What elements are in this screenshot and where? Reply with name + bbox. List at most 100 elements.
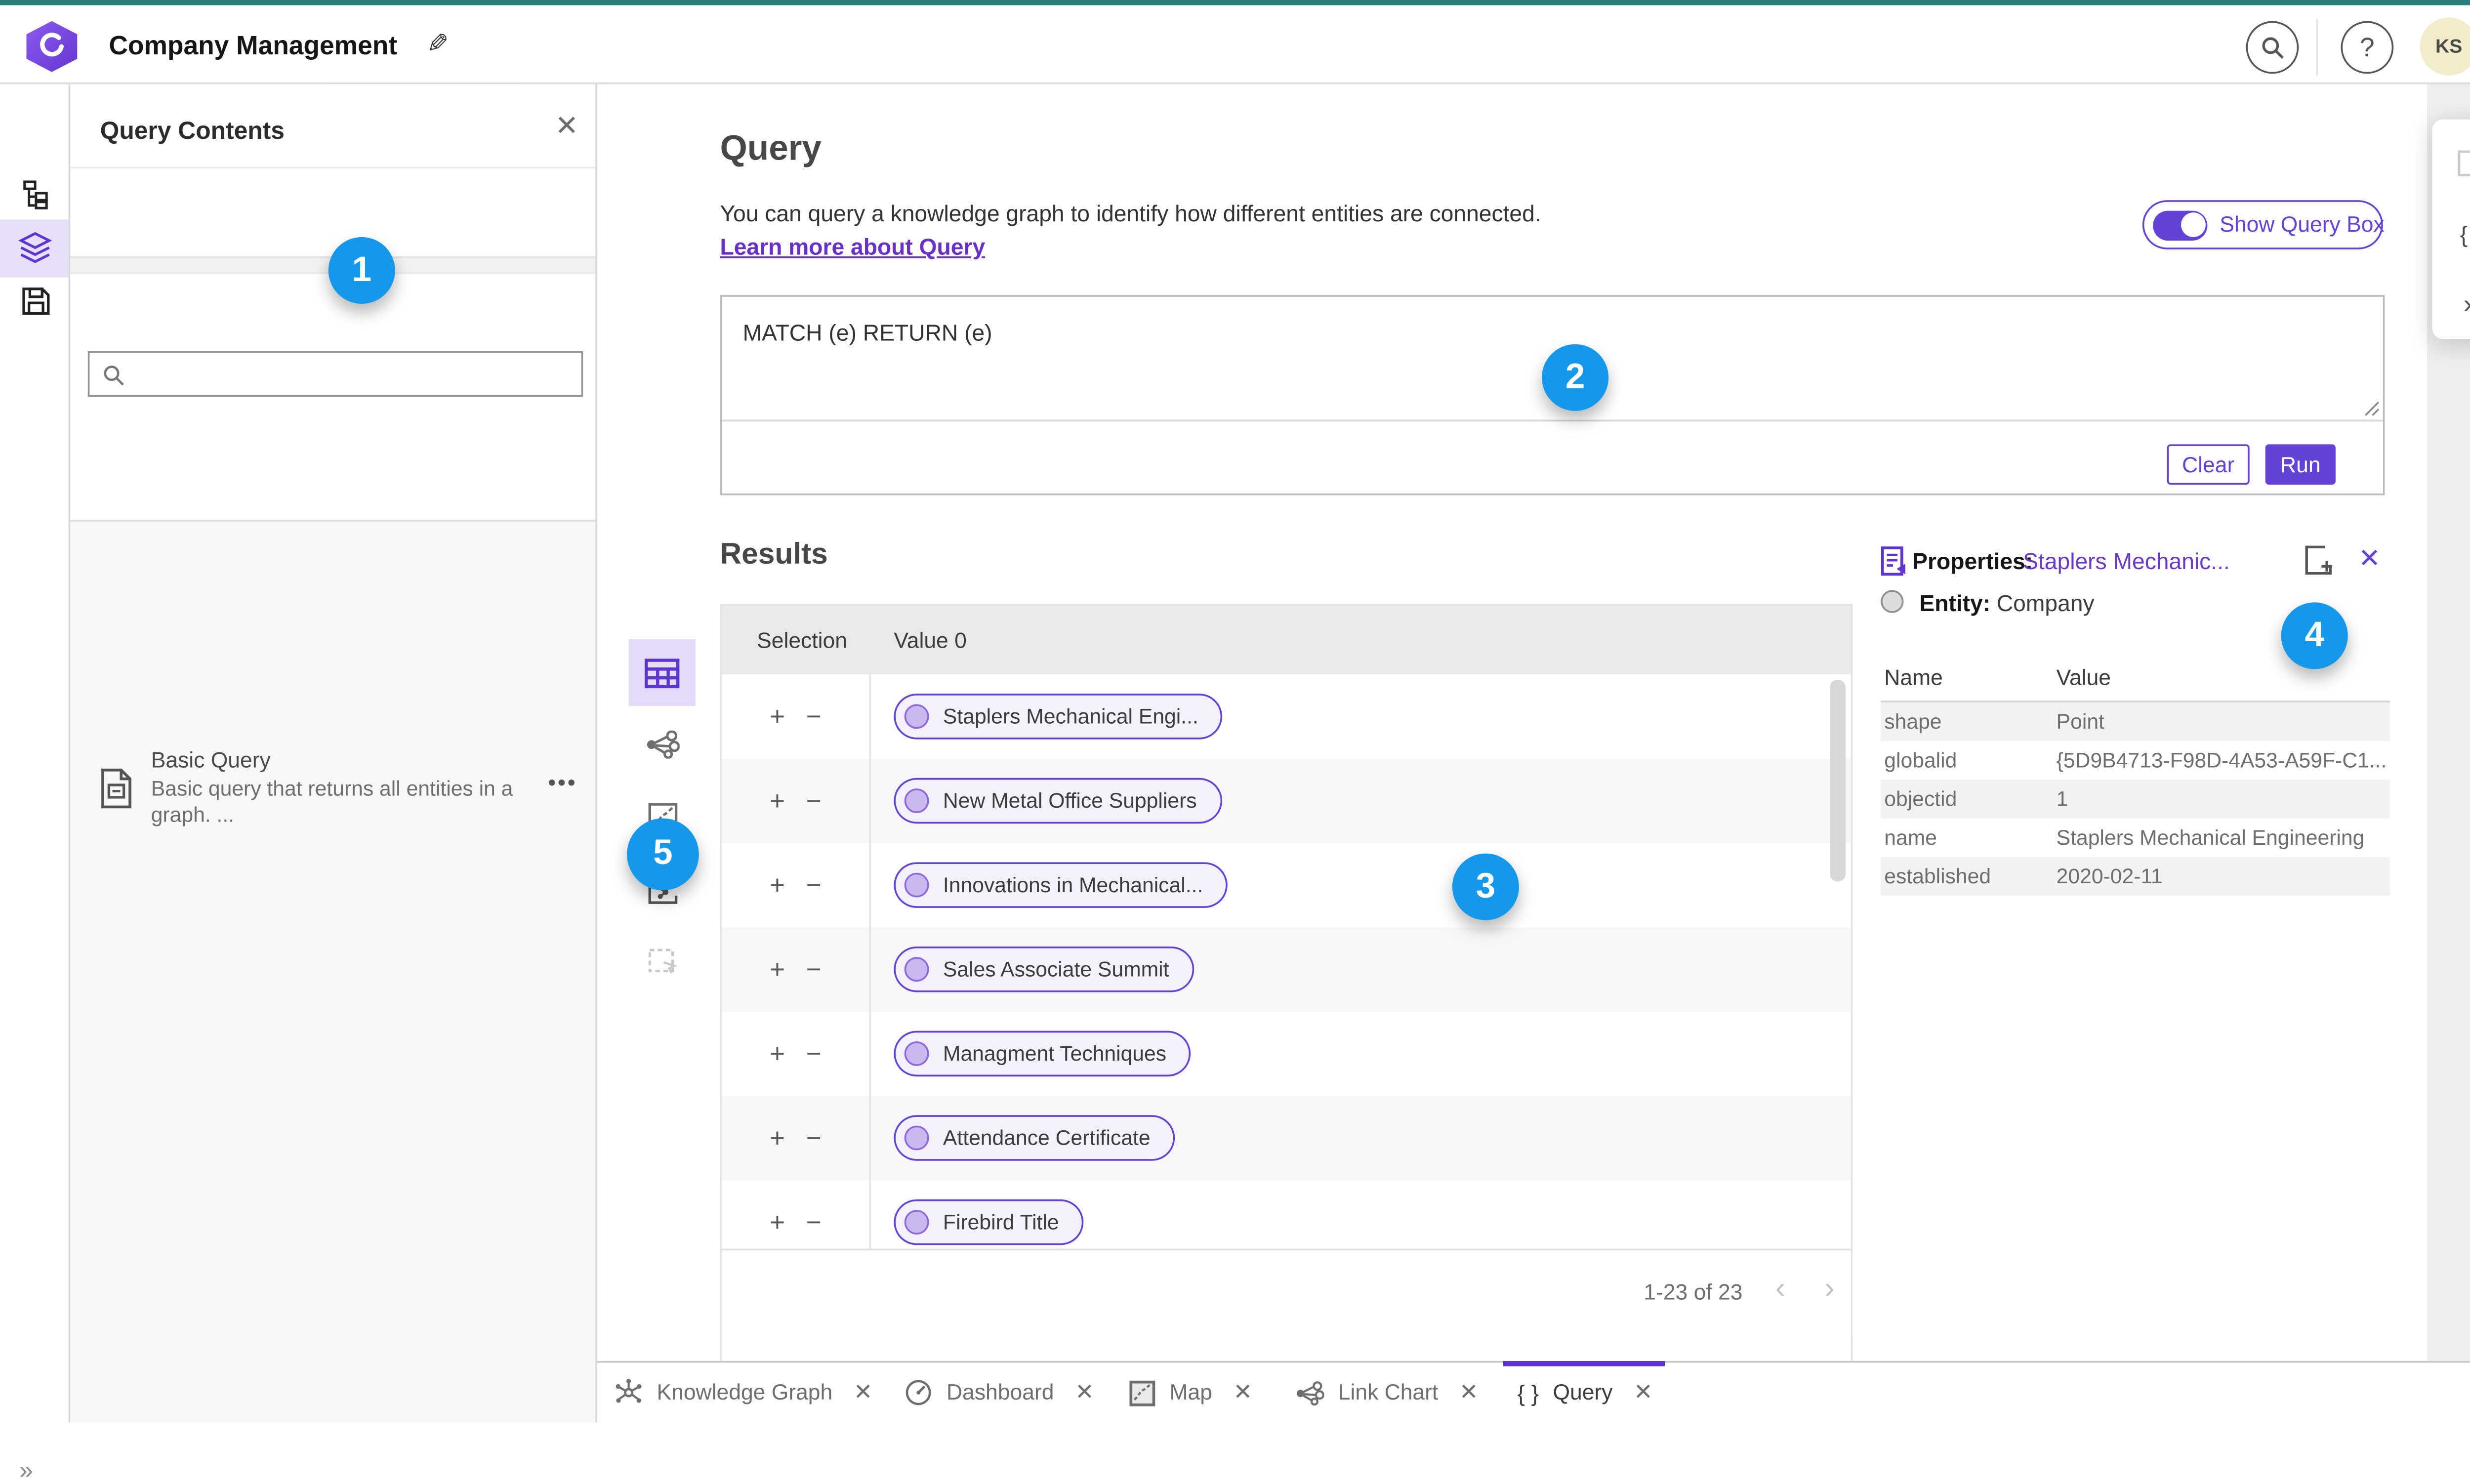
remove-from-selection-button[interactable]: − [806,1209,822,1235]
table-row[interactable]: + − Attendance Certificate [722,1096,1851,1180]
edit-title-icon[interactable]: ✎ [427,28,449,59]
panel-title: Query Contents [100,116,285,144]
dashboard-icon [906,1380,931,1405]
stored-query-list-item[interactable]: Basic Query Basic query that returns all… [70,411,596,827]
app-sidebar: » [0,84,71,1484]
table-row[interactable]: + − Innovations in Mechanical... [722,843,1851,927]
remove-from-selection-button[interactable]: − [806,1125,822,1151]
stored-query-description-2: graph. ... [151,802,235,827]
entity-pill[interactable]: Firebird Title [894,1199,1084,1245]
add-to-selection-button[interactable]: + [770,872,785,898]
close-properties-icon[interactable]: ✕ [2358,542,2381,574]
close-panel-icon[interactable]: ✕ [555,109,578,144]
add-to-selection-button[interactable]: + [770,703,785,730]
next-page-icon[interactable]: › [1824,1272,1834,1307]
tab-link-chart[interactable]: Link Chart ✕ [1296,1363,1479,1423]
view-selection-button-disabled [629,927,696,994]
table-row[interactable]: + − Firebird Title [722,1180,1851,1249]
results-scrollbar[interactable] [1830,678,1846,1245]
property-row[interactable]: objectid 1 [1881,780,2390,819]
table-row[interactable]: + − Staplers Mechanical Engi... [722,674,1851,759]
close-tab-icon[interactable]: ✕ [1459,1379,1479,1407]
help-button[interactable]: ? [2341,21,2394,74]
table-row[interactable]: + − Sales Associate Summit [722,927,1851,1012]
entity-dot-icon [904,957,929,982]
stored-query-description: Basic query that returns all entities in… [151,776,513,801]
property-row[interactable]: shape Point [1881,702,2390,742]
actions-context-menu: Add Selection To { } Store as New Query … [2432,119,2470,339]
tab-query[interactable]: { } Query ✕ [1517,1363,1653,1423]
item-options-icon[interactable]: ••• [548,769,577,795]
entity-pill[interactable]: Managment Techniques [894,1031,1191,1077]
tab-map[interactable]: Map ✕ [1129,1363,1253,1423]
user-avatar[interactable]: KS [2420,17,2470,76]
entity-pill[interactable]: Innovations in Mechanical... [894,862,1228,908]
global-search-button[interactable] [2246,21,2299,74]
entity-pill[interactable]: Sales Associate Summit [894,947,1194,992]
view-link-chart-button[interactable] [629,711,696,778]
table-row[interactable]: + − New Metal Office Suppliers [722,758,1851,843]
property-row[interactable]: globalid {5D9B4713-F98D-4A53-A59F-C1... [1881,741,2390,780]
remove-from-selection-button[interactable]: − [806,956,822,983]
properties-entity-link[interactable]: Staplers Mechanic... [2023,548,2230,574]
remove-from-selection-button[interactable]: − [806,703,822,730]
add-selection-icon[interactable] [2304,544,2336,576]
column-header-selection[interactable]: Selection [722,606,871,674]
expand-sidebar-button[interactable]: » [19,1456,33,1484]
close-tab-icon[interactable]: ✕ [1075,1379,1094,1407]
add-to-selection-button[interactable]: + [770,1125,785,1151]
column-header-value0[interactable]: Value 0 [871,606,966,674]
entity-pill[interactable]: Staplers Mechanical Engi... [894,694,1223,740]
scrollbar-thumb[interactable] [1830,679,1846,882]
add-to-selection-button[interactable]: + [770,1209,785,1235]
clear-button[interactable]: Clear [2167,444,2250,485]
add-to-selection-button[interactable]: + [770,1040,785,1067]
show-query-box-toggle[interactable]: Show Query Box [2142,200,2385,249]
menu-item-collapse[interactable]: » Collapse [2432,274,2470,334]
entity-dot-icon [904,1210,929,1235]
learn-more-link[interactable]: Learn more about Query [720,234,985,260]
prev-page-icon[interactable]: ‹ [1775,1272,1785,1307]
sidebar-item-data-model[interactable] [16,175,54,214]
run-button[interactable]: Run [2265,444,2336,485]
close-tab-icon[interactable]: ✕ [1634,1379,1653,1407]
add-selection-icon [2458,150,2470,176]
stored-queries-search-input[interactable] [87,351,583,397]
properties-icon [1881,546,1905,576]
results-rows: + − Staplers Mechanical Engi... + − New Me… [722,674,1851,1249]
entity-dot-icon [904,788,929,813]
sidebar-item-save[interactable] [16,281,54,320]
top-app-bar: Company Management ✎ ? KS Knowledge Stud… [0,5,2470,84]
property-row[interactable]: established 2020-02-11 [1881,857,2390,896]
menu-item-store-as-new-query[interactable]: { } Store as New Query [2432,204,2470,263]
entity-pill[interactable]: Attendance Certificate [894,1115,1175,1161]
link-chart-icon [646,730,679,759]
remove-from-selection-button[interactable]: − [806,787,822,814]
braces-icon: { } [2460,220,2470,247]
results-table: Selection Value 0 + − Staplers Mechanical… [720,604,1853,1419]
entity-pill[interactable]: New Metal Office Suppliers [894,778,1222,824]
add-to-selection-button[interactable]: + [770,787,785,814]
menu-item-add-selection-to: Add Selection To [2432,133,2470,193]
column-header-name: Name [1884,665,1943,691]
app-logo[interactable] [26,21,78,72]
tab-knowledge-graph[interactable]: Knowledge Graph ✕ [615,1363,873,1423]
remove-from-selection-button[interactable]: − [806,1040,822,1067]
view-table-button[interactable] [628,639,696,706]
annotation-1: 1 [328,237,395,304]
toggle-switch[interactable] [2153,209,2208,240]
query-main-area: Query You can query a knowledge graph to… [597,84,2427,1419]
divider [70,520,596,522]
tab-dashboard[interactable]: Dashboard ✕ [905,1363,1094,1423]
add-to-selection-button[interactable]: + [770,956,785,983]
close-tab-icon[interactable]: ✕ [1234,1379,1253,1407]
sidebar-item-layers[interactable] [16,228,54,267]
search-icon [2262,37,2284,59]
remove-from-selection-button[interactable]: − [806,872,822,898]
resize-handle-icon[interactable] [2364,400,2380,416]
close-tab-icon[interactable]: ✕ [854,1379,873,1407]
entity-dot-icon [904,872,929,898]
property-row[interactable]: name Staplers Mechanical Engineering [1881,819,2390,857]
query-contents-item-query[interactable]: { } Query Create new queries [70,168,596,329]
table-row[interactable]: + − Managment Techniques [722,1011,1851,1096]
